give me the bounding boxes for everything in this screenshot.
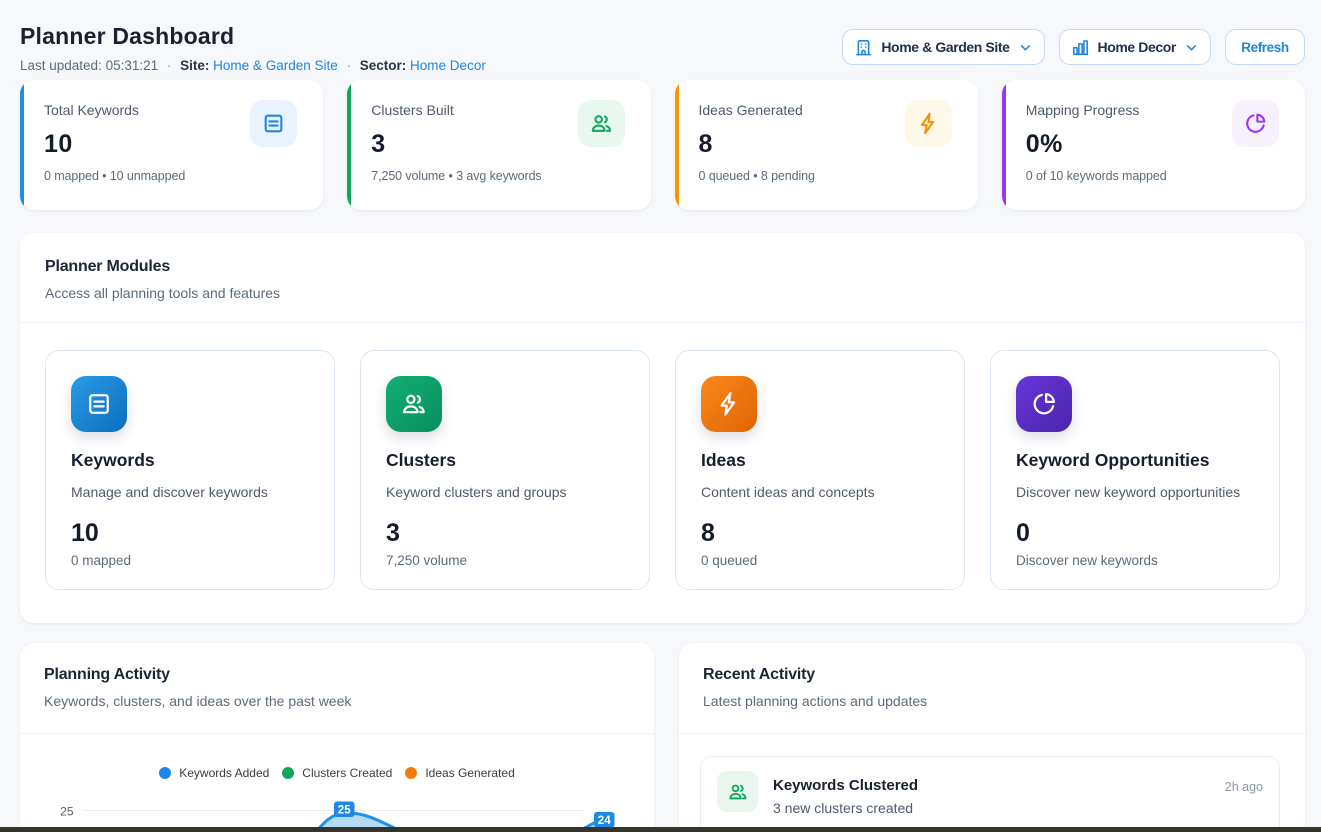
svg-text:25: 25 <box>338 805 351 817</box>
svg-text:25: 25 <box>60 805 74 819</box>
svg-text:24: 24 <box>598 815 611 827</box>
